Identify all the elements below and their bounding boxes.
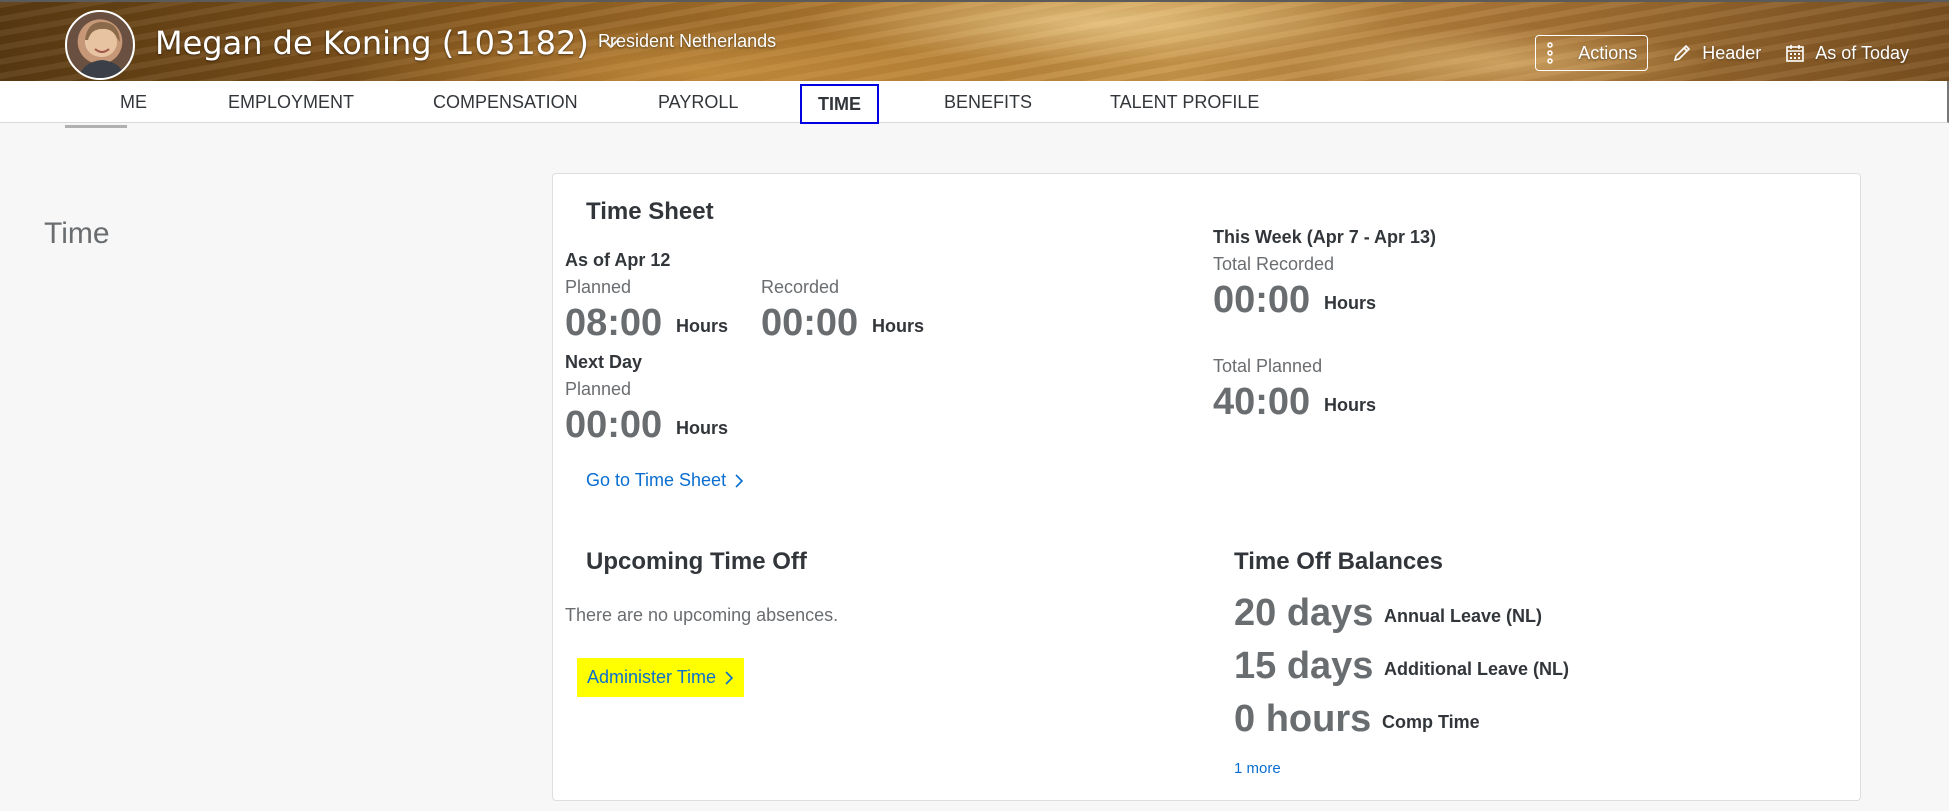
chevron-right-icon <box>725 670 734 685</box>
planned-label: Planned <box>565 277 632 297</box>
planned-unit: Hours <box>676 316 729 336</box>
recorded-unit: Hours <box>872 316 925 336</box>
this-week-label: This Week (Apr 7 - Apr 13) <box>1213 227 1437 247</box>
balance-amount: 0 hours <box>1234 698 1372 740</box>
avatar[interactable] <box>65 10 135 80</box>
next-day-planned-label: Planned <box>565 379 632 399</box>
time-off-balances-title: Time Off Balances <box>1234 548 1443 575</box>
total-recorded-value: 00:00 <box>1213 279 1311 321</box>
job-title: President Netherlands <box>598 31 777 51</box>
balance-type: Annual Leave (NL) <box>1384 606 1543 626</box>
recorded-value: 00:00 <box>761 302 859 344</box>
more-vertical-icon <box>1547 42 1553 64</box>
tab-benefits[interactable]: BENEFITS <box>944 81 1032 123</box>
actions-label: Actions <box>1578 42 1638 63</box>
recorded-label: Recorded <box>761 277 840 297</box>
pencil-icon <box>1674 44 1691 62</box>
as-of-date: As of Apr 12 <box>565 250 671 270</box>
header-label: Header <box>1702 42 1762 63</box>
profile-header: Megan de Koning (103182) President Nethe… <box>0 0 1949 81</box>
time-sheet-title: Time Sheet <box>586 198 714 225</box>
total-planned-unit: Hours <box>1324 395 1377 415</box>
person-name[interactable]: Megan de Koning (103182) <box>155 24 589 62</box>
balance-amount: 15 days <box>1234 645 1374 687</box>
total-planned-value: 40:00 <box>1213 381 1311 423</box>
no-absences-text: There are no upcoming absences. <box>565 605 839 625</box>
planned-value: 08:00 <box>565 302 663 344</box>
total-planned-label: Total Planned <box>1213 356 1323 376</box>
time-card: Time Sheet As of Apr 12 Planned 08:00 Ho… <box>552 173 1861 801</box>
chevron-right-icon <box>735 473 744 488</box>
tab-indicator <box>65 125 127 128</box>
tab-talent-profile[interactable]: TALENT PROFILE <box>1110 81 1259 123</box>
balance-type: Additional Leave (NL) <box>1384 659 1570 679</box>
balance-type: Comp Time <box>1382 712 1480 732</box>
next-day-planned-value: 00:00 <box>565 404 663 446</box>
administer-time-link[interactable]: Administer Time <box>577 658 745 697</box>
as-of-today-button[interactable]: As of Today <box>1785 35 1909 71</box>
administer-time-label: Administer Time <box>587 667 717 687</box>
tab-me[interactable]: ME <box>120 81 147 123</box>
calendar-icon <box>1786 45 1805 62</box>
upcoming-time-off-title: Upcoming Time Off <box>586 548 807 575</box>
go-to-time-sheet-link[interactable]: Go to Time Sheet <box>586 470 744 491</box>
section-title: Time <box>44 217 110 250</box>
next-day-planned-unit: Hours <box>676 418 729 438</box>
tab-payroll[interactable]: PAYROLL <box>658 81 738 123</box>
total-recorded-label: Total Recorded <box>1213 254 1335 274</box>
go-to-time-sheet-label: Go to Time Sheet <box>586 470 727 490</box>
actions-button[interactable]: Actions <box>1535 35 1649 71</box>
tab-time[interactable]: TIME <box>800 84 879 124</box>
total-recorded-unit: Hours <box>1324 293 1377 313</box>
as-of-today-label: As of Today <box>1815 42 1909 63</box>
tab-compensation[interactable]: COMPENSATION <box>433 81 578 123</box>
next-day-label: Next Day <box>565 352 643 372</box>
section-nav: ME EMPLOYMENT COMPENSATION PAYROLL TIME … <box>0 81 1949 124</box>
more-balances-link[interactable]: 1 more <box>1234 760 1281 777</box>
header-button[interactable]: Header <box>1672 35 1761 71</box>
tab-employment[interactable]: EMPLOYMENT <box>228 81 354 123</box>
balance-amount: 20 days <box>1234 592 1374 634</box>
